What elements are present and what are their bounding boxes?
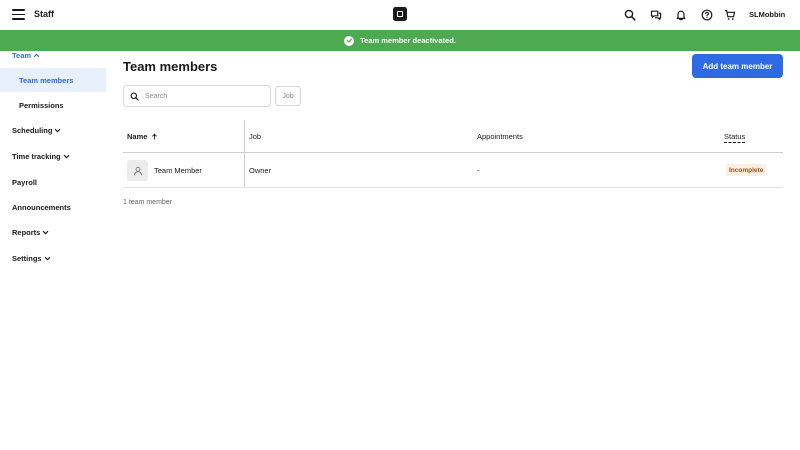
member-count: 1 team member bbox=[123, 199, 173, 206]
sidebar-item-payroll[interactable]: Payroll bbox=[12, 178, 37, 187]
sidebar-item-announcements[interactable]: Announcements bbox=[12, 203, 71, 212]
cell-appointments: - bbox=[477, 166, 480, 175]
bell-icon[interactable] bbox=[674, 8, 688, 22]
cell-name: Team Member bbox=[154, 166, 202, 175]
sidebar-group-label: Team bbox=[12, 51, 32, 60]
success-toast: Team member deactivated. bbox=[0, 30, 800, 51]
sidebar-group-label: Scheduling bbox=[12, 126, 53, 135]
column-header-name[interactable]: Name bbox=[127, 132, 158, 141]
app-title: Staff bbox=[34, 9, 54, 19]
top-bar: Staff SLMobbin bbox=[0, 0, 800, 30]
sidebar: Team Team members Permissions Scheduling… bbox=[0, 51, 106, 450]
add-team-member-button[interactable]: Add team member bbox=[692, 54, 783, 78]
chevron-down-icon bbox=[55, 128, 61, 133]
column-header-label: Name bbox=[127, 132, 148, 141]
sidebar-group-reports[interactable]: Reports bbox=[12, 228, 49, 237]
chevron-down-icon bbox=[44, 256, 50, 261]
sidebar-item-label: Team members bbox=[19, 75, 74, 85]
chevron-up-icon bbox=[33, 53, 40, 58]
check-circle-icon bbox=[344, 35, 355, 46]
menu-icon[interactable] bbox=[12, 9, 25, 20]
column-header-status[interactable]: Status bbox=[724, 132, 746, 143]
status-badge: Incomplete bbox=[726, 164, 767, 176]
avatar bbox=[127, 160, 148, 181]
messages-icon[interactable] bbox=[649, 8, 663, 22]
chevron-down-icon bbox=[63, 154, 69, 159]
sidebar-group-scheduling[interactable]: Scheduling bbox=[12, 126, 61, 135]
search-input[interactable] bbox=[145, 92, 255, 100]
sidebar-group-team[interactable]: Team bbox=[12, 51, 40, 60]
column-header-job[interactable]: Job bbox=[249, 132, 261, 141]
sidebar-group-label: Settings bbox=[12, 254, 42, 263]
sidebar-group-label: Time tracking bbox=[12, 152, 61, 161]
table-row[interactable]: Team Member Owner - Incomplete bbox=[123, 153, 783, 188]
sidebar-item-team-members[interactable]: Team members bbox=[0, 68, 106, 92]
search-icon bbox=[130, 92, 139, 101]
help-icon[interactable] bbox=[700, 8, 714, 22]
sort-arrow-up-icon bbox=[152, 133, 158, 140]
sidebar-group-label: Payroll bbox=[12, 178, 38, 187]
toast-message: Team member deactivated. bbox=[360, 36, 456, 45]
person-icon bbox=[133, 166, 142, 175]
job-filter-button[interactable]: Job bbox=[275, 86, 301, 106]
cart-icon[interactable] bbox=[723, 8, 737, 22]
cell-job: Owner bbox=[249, 166, 272, 175]
chevron-down-icon bbox=[43, 230, 49, 235]
search-field[interactable] bbox=[123, 85, 271, 107]
column-header-appointments[interactable]: Appointments bbox=[477, 132, 523, 141]
sidebar-group-label: Announcements bbox=[12, 203, 71, 212]
sidebar-item-permissions[interactable]: Permissions bbox=[0, 93, 106, 117]
search-icon[interactable] bbox=[623, 8, 637, 22]
table-header: Name Job Appointments Status bbox=[123, 120, 783, 153]
square-logo-icon[interactable] bbox=[393, 7, 407, 21]
sidebar-group-label: Reports bbox=[12, 228, 41, 237]
user-menu[interactable]: SLMobbin bbox=[749, 10, 785, 19]
sidebar-item-label: Permissions bbox=[19, 100, 64, 110]
sidebar-group-settings[interactable]: Settings bbox=[12, 254, 51, 263]
page-title: Team members bbox=[123, 59, 218, 74]
sidebar-group-time-tracking[interactable]: Time tracking bbox=[12, 152, 70, 161]
